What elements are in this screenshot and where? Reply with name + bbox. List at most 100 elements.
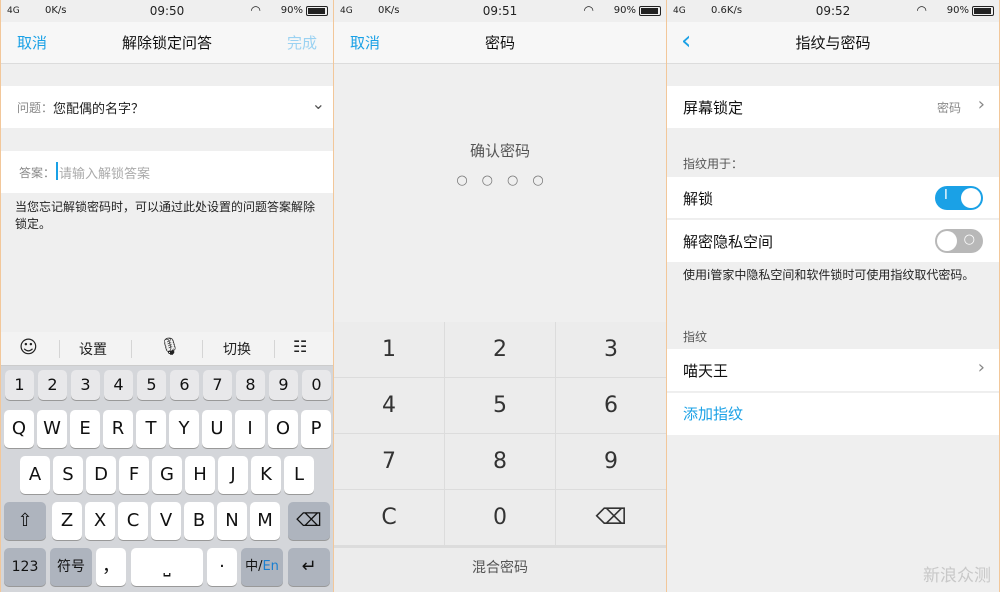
battery-percent: 90% <box>946 5 969 16</box>
symbol-key[interactable]: 符号 <box>50 548 92 586</box>
key-f[interactable]: F <box>119 456 149 494</box>
dot-key[interactable]: · <box>207 548 237 586</box>
text-cursor <box>56 162 58 180</box>
toggle-knob <box>961 188 981 208</box>
unlock-toggle[interactable]: I <box>935 186 983 210</box>
add-fingerprint-button[interactable]: 添加指纹 <box>683 403 743 424</box>
battery-percent: 90% <box>280 5 303 16</box>
numpad-key-4[interactable]: 4 <box>334 378 444 433</box>
numpad-key-0[interactable]: 0 <box>445 490 555 545</box>
delete-key[interactable]: ⌫ <box>288 502 330 540</box>
key-4[interactable]: 4 <box>104 370 133 400</box>
hide-keyboard-icon[interactable]: ☷ <box>293 337 307 356</box>
chevron-right-icon: › <box>977 357 985 378</box>
key-l[interactable]: L <box>284 456 314 494</box>
key-1[interactable]: 1 <box>5 370 34 400</box>
key-a[interactable]: A <box>20 456 50 494</box>
switch-button[interactable]: 切换 <box>223 339 251 359</box>
numbers-key[interactable]: 123 <box>4 548 46 586</box>
key-o[interactable]: O <box>268 410 298 448</box>
wifi-icon: ◠ <box>250 3 261 17</box>
key-7[interactable]: 7 <box>203 370 232 400</box>
numpad-key-2[interactable]: 2 <box>445 322 555 377</box>
key-x[interactable]: X <box>85 502 115 540</box>
key-z[interactable]: Z <box>52 502 82 540</box>
toggle-off-icon: ○ <box>963 232 975 247</box>
question-row[interactable]: 问题： 您配偶的名字？ ⌄ <box>1 86 333 128</box>
watermark: 新浪众测 <box>923 566 991 586</box>
chevron-down-icon[interactable]: ⌄ <box>312 94 325 113</box>
numpad-key-1[interactable]: 1 <box>334 322 444 377</box>
key-t[interactable]: T <box>136 410 166 448</box>
key-m[interactable]: M <box>250 502 280 540</box>
key-n[interactable]: N <box>217 502 247 540</box>
key-2[interactable]: 2 <box>38 370 67 400</box>
space-key[interactable]: ⎵ <box>131 548 203 586</box>
key-c[interactable]: C <box>118 502 148 540</box>
fingerprint-name: 喵天王 <box>683 362 729 380</box>
key-e[interactable]: E <box>70 410 100 448</box>
key-q[interactable]: Q <box>4 410 34 448</box>
microphone-icon[interactable]: 🎙 <box>159 337 181 357</box>
add-fingerprint-row[interactable]: 添加指纹 <box>667 393 999 435</box>
numpad-key-9[interactable]: 9 <box>556 434 666 489</box>
key-u[interactable]: U <box>202 410 232 448</box>
chevron-right-icon: › <box>977 94 985 115</box>
battery-icon <box>972 6 994 16</box>
numpad-key-c[interactable]: C <box>334 490 444 545</box>
answer-row[interactable]: 答案： 请输入解锁答案 <box>1 151 333 193</box>
status-bar: 4G 0K/s 09:50 ◠ 90% <box>1 0 333 22</box>
key-j[interactable]: J <box>218 456 248 494</box>
key-p[interactable]: P <box>301 410 331 448</box>
nav-bar: ‹ 指纹与密码 <box>667 22 999 64</box>
battery-icon <box>639 6 661 16</box>
key-r[interactable]: R <box>103 410 133 448</box>
screen-lock-row[interactable]: 屏幕锁定 密码 › <box>667 86 999 128</box>
key-d[interactable]: D <box>86 456 116 494</box>
numpad-key-3[interactable]: 3 <box>556 322 666 377</box>
mixed-password-button[interactable]: 混合密码 <box>334 548 666 592</box>
fingerprint-item[interactable]: 喵天王 › <box>667 349 999 392</box>
passcode-dots: ○○○○ <box>456 173 558 188</box>
number-pad: 1 2 3 4 5 6 7 8 9 C 0 ⌫ <box>334 322 666 548</box>
key-v[interactable]: V <box>151 502 181 540</box>
answer-label: 答案： <box>19 166 56 180</box>
comma-key[interactable]: ， <box>96 548 126 586</box>
question-value: 您配偶的名字？ <box>53 102 145 117</box>
lang-en: En <box>262 559 279 574</box>
unlock-row: 解锁 I <box>667 177 999 219</box>
key-3[interactable]: 3 <box>71 370 100 400</box>
done-button[interactable]: 完成 <box>287 32 317 53</box>
answer-input[interactable]: 请输入解锁答案 <box>59 163 150 182</box>
key-0[interactable]: 0 <box>302 370 331 400</box>
nav-bar: 取消 密码 <box>334 22 666 64</box>
key-k[interactable]: K <box>251 456 281 494</box>
key-y[interactable]: Y <box>169 410 199 448</box>
key-8[interactable]: 8 <box>236 370 265 400</box>
numpad-key-7[interactable]: 7 <box>334 434 444 489</box>
key-i[interactable]: I <box>235 410 265 448</box>
key-g[interactable]: G <box>152 456 182 494</box>
enter-key[interactable]: ↵ <box>288 548 330 586</box>
numpad-key-5[interactable]: 5 <box>445 378 555 433</box>
emoji-icon[interactable]: ☺ <box>19 337 38 358</box>
key-s[interactable]: S <box>53 456 83 494</box>
key-b[interactable]: B <box>184 502 214 540</box>
key-5[interactable]: 5 <box>137 370 166 400</box>
private-space-row: 解密隐私空间 ○ <box>667 220 999 262</box>
shift-key[interactable]: ⇧ <box>4 502 46 540</box>
key-9[interactable]: 9 <box>269 370 298 400</box>
settings-button[interactable]: 设置 <box>79 339 107 359</box>
private-space-desc: 使用i管家中隐私空间和软件锁时可使用指纹取代密码。 <box>683 268 975 282</box>
key-h[interactable]: H <box>185 456 215 494</box>
backspace-icon[interactable]: ⌫ <box>556 490 666 545</box>
numpad-key-6[interactable]: 6 <box>556 378 666 433</box>
key-6[interactable]: 6 <box>170 370 199 400</box>
private-space-label: 解密隐私空间 <box>683 233 774 251</box>
private-space-toggle[interactable]: ○ <box>935 229 983 253</box>
page-title: 指纹与密码 <box>795 34 871 52</box>
battery-percent: 90% <box>613 5 636 16</box>
key-w[interactable]: W <box>37 410 67 448</box>
language-key[interactable]: 中/En <box>241 548 283 586</box>
numpad-key-8[interactable]: 8 <box>445 434 555 489</box>
